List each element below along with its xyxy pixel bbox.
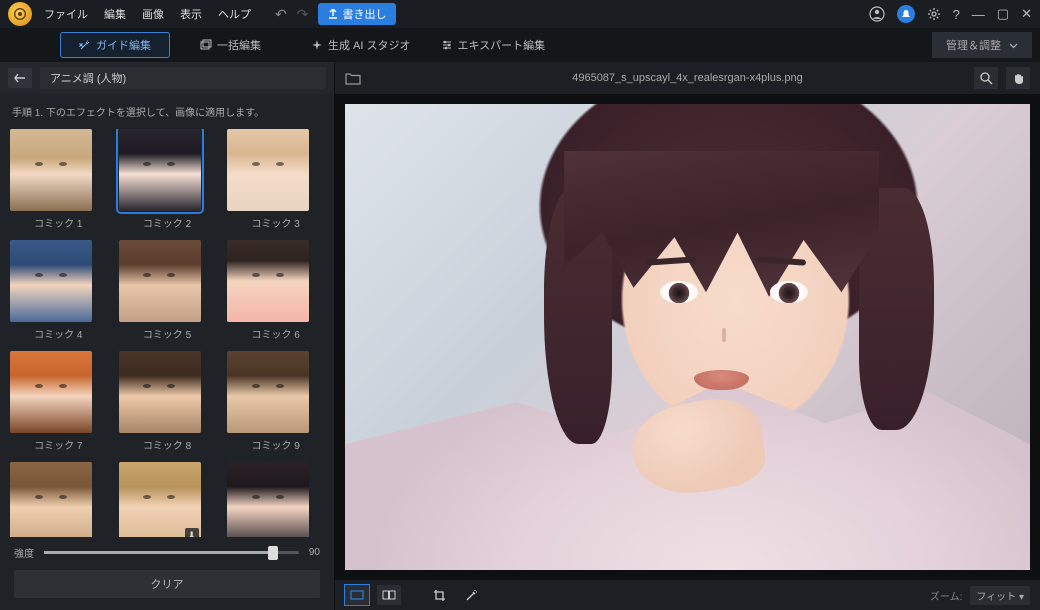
menu-file[interactable]: ファイル	[44, 6, 88, 22]
category-title[interactable]: アニメ調 (人物)	[40, 67, 326, 89]
app-logo	[8, 2, 32, 26]
preset-comic-7[interactable]: コミック 7	[10, 351, 107, 452]
titlebar: ファイル 編集 画像 表示 ヘルプ ↶ ↷ 書き出し ? — ▢ ✕	[0, 0, 1040, 28]
zoom-select[interactable]: フィット ▾	[970, 586, 1030, 605]
help-icon[interactable]: ?	[953, 7, 960, 22]
download-icon: ⬇	[185, 528, 199, 537]
stack-icon	[200, 39, 212, 51]
manage-adjust-button[interactable]: 管理＆調整	[932, 32, 1032, 58]
menu-help[interactable]: ヘルプ	[218, 6, 251, 22]
zoom-label: ズーム:	[930, 588, 962, 603]
preview-header: 4965087_s_upscayl_4x_realesrgan-x4plus.p…	[335, 62, 1040, 94]
account-icon[interactable]	[869, 6, 885, 22]
slider-thumb[interactable]	[268, 546, 278, 560]
preset-item-11[interactable]: ⬇	[119, 462, 216, 537]
preset-comic-5[interactable]: コミック 5	[119, 240, 216, 341]
split-view-button[interactable]	[377, 585, 401, 605]
titlebar-center: ↶ ↷ 書き出し	[275, 3, 869, 25]
preset-comic-1[interactable]: コミック 1	[10, 129, 107, 230]
preview-tools	[974, 67, 1030, 89]
notification-icon[interactable]	[897, 5, 915, 23]
menu-edit[interactable]: 編集	[104, 6, 126, 22]
hand-icon	[1012, 72, 1025, 85]
preset-item-10[interactable]	[10, 462, 107, 537]
filename-label: 4965087_s_upscayl_4x_realesrgan-x4plus.p…	[572, 72, 803, 84]
undo-button[interactable]: ↶	[275, 6, 287, 23]
pan-tool-button[interactable]	[1006, 67, 1030, 89]
wand-icon	[79, 40, 90, 51]
ai-studio-button[interactable]: 生成 AI スタジオ	[311, 37, 411, 53]
batch-edit-button[interactable]: 一括編集	[200, 37, 261, 53]
preset-comic-6[interactable]: コミック 6	[227, 240, 324, 341]
upload-icon	[328, 9, 338, 19]
magnifier-icon	[980, 72, 993, 85]
main-area: アニメ調 (人物) 手順 1. 下のエフェクトを選択して、画像に適用します。 コ…	[0, 62, 1040, 610]
preset-comic-2[interactable]: コミック 2	[119, 129, 216, 230]
strength-label: 強度	[14, 545, 34, 560]
back-button[interactable]	[8, 68, 32, 88]
single-view-button[interactable]	[345, 585, 369, 605]
redo-button[interactable]: ↷	[297, 6, 309, 23]
preset-comic-8[interactable]: コミック 8	[119, 351, 216, 452]
strength-row: 強度 90	[14, 545, 320, 560]
sparkle-icon	[311, 39, 323, 51]
preview-image	[345, 104, 1030, 570]
chevron-down-icon	[1009, 41, 1018, 50]
logo-icon	[12, 6, 28, 22]
settings-icon[interactable]	[927, 7, 941, 21]
minimize-button[interactable]: —	[972, 7, 985, 22]
preset-comic-4[interactable]: コミック 4	[10, 240, 107, 341]
zoom-tool-button[interactable]	[974, 67, 998, 89]
strength-value: 90	[309, 547, 320, 558]
guide-edit-button[interactable]: ガイド編集	[60, 32, 170, 58]
export-label: 書き出し	[342, 6, 386, 22]
preset-grid: コミック 1 コミック 2 コミック 3 コミック 4 コミック 5 コミック …	[10, 129, 324, 537]
clear-button[interactable]: クリア	[14, 570, 320, 598]
effects-sidebar: アニメ調 (人物) 手順 1. 下のエフェクトを選択して、画像に適用します。 コ…	[0, 62, 335, 610]
sidebar-bottom: 強度 90 クリア	[0, 537, 334, 610]
expert-edit-button[interactable]: エキスパート編集	[441, 37, 546, 53]
preset-scroll[interactable]: コミック 1 コミック 2 コミック 3 コミック 4 コミック 5 コミック …	[0, 129, 334, 537]
preview-footer: ズーム: フィット ▾	[335, 580, 1040, 610]
menu-view[interactable]: 表示	[180, 6, 202, 22]
instruction-text: 手順 1. 下のエフェクトを選択して、画像に適用します。	[0, 94, 334, 129]
titlebar-right: ? — ▢ ✕	[869, 5, 1032, 23]
preview-area: 4965087_s_upscayl_4x_realesrgan-x4plus.p…	[335, 62, 1040, 610]
sidebar-header: アニメ調 (人物)	[0, 62, 334, 94]
strength-slider[interactable]	[44, 551, 299, 554]
folder-button[interactable]	[345, 72, 361, 85]
wand-icon	[465, 589, 478, 602]
menu-bar: ファイル 編集 画像 表示 ヘルプ	[44, 6, 251, 22]
crop-button[interactable]	[427, 585, 451, 605]
sliders-icon	[441, 39, 453, 51]
preset-comic-3[interactable]: コミック 3	[227, 129, 324, 230]
arrow-left-icon	[14, 73, 26, 83]
menu-image[interactable]: 画像	[142, 6, 164, 22]
wand-button[interactable]	[459, 585, 483, 605]
maximize-button[interactable]: ▢	[997, 6, 1009, 22]
mode-toolbar: ガイド編集 一括編集 生成 AI スタジオ エキスパート編集 管理＆調整	[0, 28, 1040, 62]
preset-item-12[interactable]	[227, 462, 324, 537]
preset-comic-9[interactable]: コミック 9	[227, 351, 324, 452]
canvas[interactable]	[335, 94, 1040, 580]
export-button[interactable]: 書き出し	[318, 3, 396, 25]
close-button[interactable]: ✕	[1021, 6, 1032, 22]
crop-icon	[433, 589, 446, 602]
